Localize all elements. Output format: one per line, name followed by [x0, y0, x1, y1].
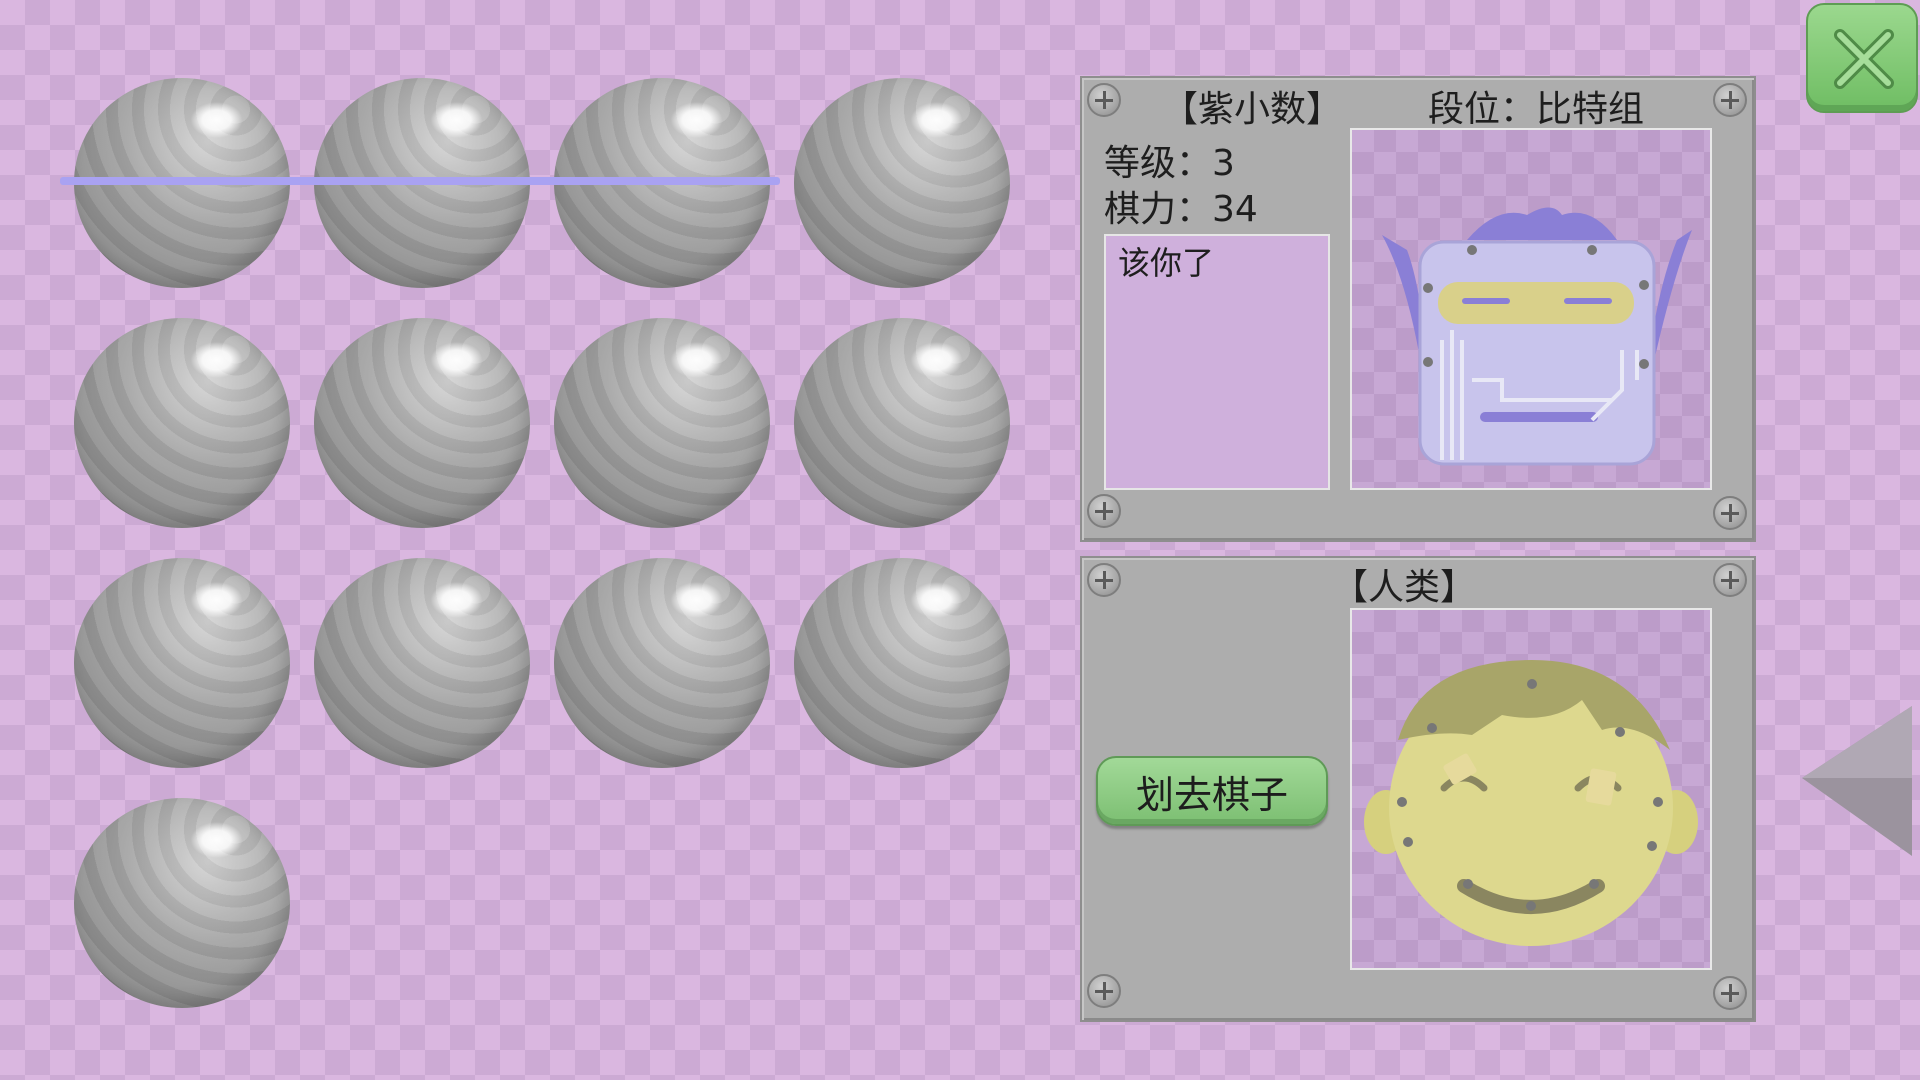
piece-8[interactable]	[794, 318, 1010, 528]
piece-5[interactable]	[74, 318, 290, 528]
strike-line	[60, 177, 780, 185]
screw-icon	[1713, 563, 1747, 597]
piece-10[interactable]	[314, 558, 530, 768]
opponent-power: 棋力：34	[1104, 189, 1258, 230]
strike-piece-button-label: 划去棋子	[1135, 772, 1288, 817]
opponent-portrait	[1350, 128, 1712, 490]
opponent-name: 【紫小数】	[1162, 89, 1343, 130]
screw-icon	[1087, 83, 1121, 117]
close-x-icon	[1834, 29, 1894, 89]
piece-4[interactable]	[794, 78, 1010, 288]
screw-icon	[1087, 494, 1121, 528]
opponent-rank: 段位：比特组	[1428, 89, 1645, 130]
opponent-level: 等级：3	[1104, 143, 1235, 184]
back-button[interactable]	[1794, 706, 1920, 856]
screw-icon	[1713, 496, 1747, 530]
piece-12[interactable]	[794, 558, 1010, 768]
screw-icon	[1713, 976, 1747, 1010]
smiling-human-face-icon	[1364, 660, 1698, 946]
piece-9[interactable]	[74, 558, 290, 768]
robot-face-icon	[1382, 207, 1692, 466]
message-box: 该你了	[1104, 234, 1330, 490]
player-name: 【人类】	[1332, 567, 1477, 608]
piece-13[interactable]	[74, 798, 290, 1008]
piece-11[interactable]	[554, 558, 770, 768]
message-text: 该你了	[1118, 244, 1215, 282]
screw-icon	[1713, 83, 1747, 117]
left-triangle-icon	[1802, 706, 1912, 856]
piece-7[interactable]	[554, 318, 770, 528]
strike-piece-button[interactable]: 划去棋子	[1096, 756, 1328, 826]
player-portrait	[1350, 608, 1712, 970]
close-button[interactable]	[1806, 3, 1918, 113]
screw-icon	[1087, 563, 1121, 597]
screw-icon	[1087, 974, 1121, 1008]
piece-6[interactable]	[314, 318, 530, 528]
opponent-panel: 【紫小数】 段位：比特组 等级：3 棋力：34 该你了	[1080, 76, 1756, 542]
